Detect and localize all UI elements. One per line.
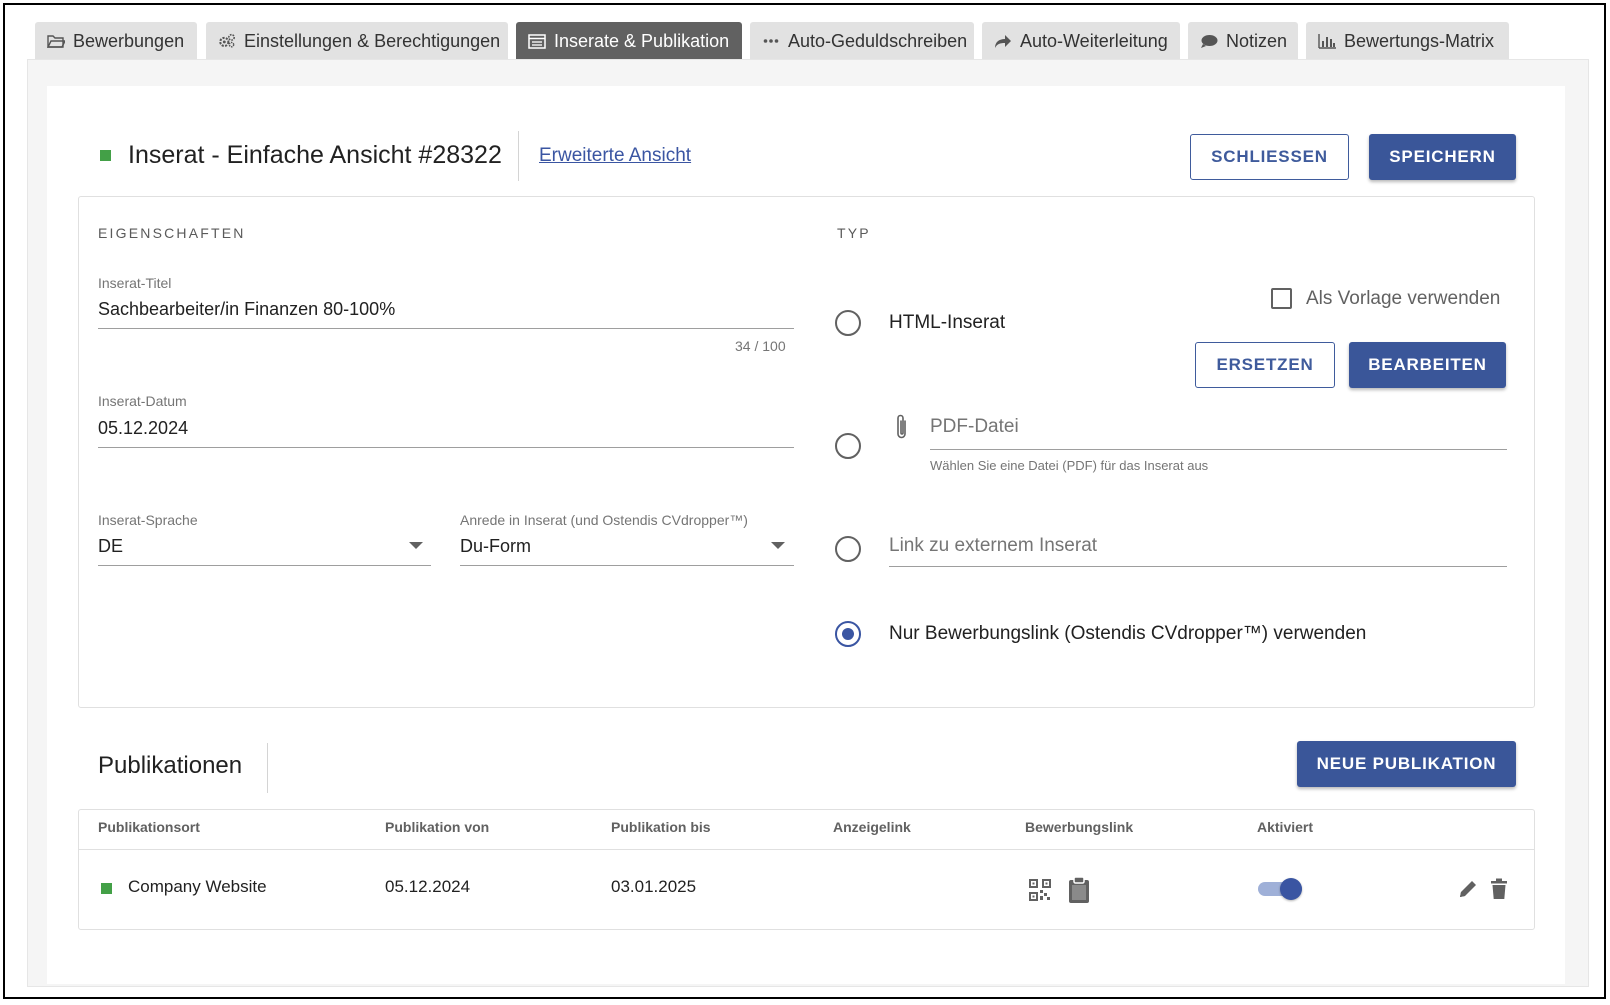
- publication-place: Company Website: [128, 877, 267, 896]
- share-arrow-icon: [994, 32, 1012, 50]
- tab-inserate[interactable]: Inserate & Publikation: [516, 22, 742, 60]
- title-field[interactable]: Sachbearbeiter/in Finanzen 80-100%: [98, 299, 395, 320]
- tab-notizen[interactable]: Notizen: [1188, 22, 1298, 60]
- salutation-select-label: Anrede in Inserat (und Ostendis CVdroppe…: [460, 512, 748, 528]
- pdf-file-hint: Wählen Sie eine Datei (PDF) für das Inse…: [930, 458, 1209, 473]
- column-header: Aktiviert: [1257, 819, 1314, 835]
- radio-html-inserat-label: HTML-Inserat: [889, 312, 1006, 333]
- tab-label: Notizen: [1226, 30, 1288, 51]
- tab-label: Inserate & Publikation: [554, 30, 730, 51]
- language-select[interactable]: DE: [98, 536, 123, 557]
- language-select-label: Inserat-Sprache: [98, 512, 198, 528]
- pdf-file-input[interactable]: PDF-Datei: [930, 416, 1019, 438]
- qr-code-icon[interactable]: [1028, 878, 1052, 902]
- external-link-underline: [889, 566, 1507, 567]
- properties-section-label: EIGENSCHAFTEN: [98, 225, 246, 241]
- tab-bewerbungen[interactable]: Bewerbungen: [35, 22, 197, 60]
- gears-icon: [218, 32, 236, 50]
- toggle-knob: [1280, 878, 1302, 900]
- new-publication-button[interactable]: NEUE PUBLIKATION: [1297, 741, 1516, 787]
- radio-cvdropper[interactable]: [835, 621, 861, 647]
- radio-html-inserat[interactable]: [835, 310, 861, 336]
- tab-einstellungen[interactable]: Einstellungen & Berechtigungen: [206, 22, 508, 60]
- divider: [267, 743, 268, 793]
- date-field[interactable]: 05.12.2024: [98, 418, 188, 439]
- template-checkbox[interactable]: [1271, 288, 1292, 309]
- tab-label: Bewerbungen: [73, 30, 185, 51]
- tab-auto-geduldschreiben[interactable]: Auto-Geduldschreiben: [750, 22, 974, 60]
- publication-to: 03.01.2025: [611, 877, 697, 896]
- radio-cvdropper-label: Nur Bewerbungslink (Ostendis CVdropper™)…: [889, 623, 1367, 644]
- chevron-down-icon[interactable]: [771, 542, 785, 549]
- paperclip-icon: [893, 412, 911, 442]
- chevron-down-icon[interactable]: [409, 542, 423, 549]
- date-field-underline: [98, 447, 794, 448]
- radio-pdf-datei[interactable]: [835, 433, 861, 459]
- template-checkbox-label: Als Vorlage verwenden: [1306, 288, 1501, 309]
- publications-title: Publikationen: [98, 752, 243, 779]
- column-header: Bewerbungslink: [1025, 819, 1134, 835]
- date-field-label: Inserat-Datum: [98, 393, 187, 409]
- advanced-view-link[interactable]: Erweiterte Ansicht: [539, 145, 691, 167]
- title-field-label: Inserat-Titel: [98, 275, 172, 291]
- column-header: Publikation von: [385, 819, 490, 835]
- title-char-counter: 34 / 100: [735, 338, 786, 354]
- edit-pencil-icon[interactable]: [1457, 878, 1479, 900]
- close-button[interactable]: SCHLIESSEN: [1190, 134, 1349, 180]
- save-button[interactable]: SPEICHERN: [1369, 134, 1516, 180]
- row-divider: [79, 849, 1534, 850]
- page-title: Inserat - Einfache Ansicht #28322: [128, 141, 502, 169]
- tab-label: Auto-Geduldschreiben: [788, 30, 968, 51]
- pdf-file-underline: [930, 449, 1507, 450]
- divider: [518, 131, 519, 181]
- tab-bewertungs-matrix[interactable]: Bewertungs-Matrix: [1306, 22, 1509, 60]
- language-select-underline: [98, 565, 431, 566]
- bar-chart-icon: [1318, 32, 1336, 50]
- replace-button[interactable]: ERSETZEN: [1195, 342, 1335, 388]
- tab-label: Auto-Weiterleitung: [1020, 30, 1168, 51]
- tab-label: Einstellungen & Berechtigungen: [244, 30, 501, 51]
- status-marker: [101, 883, 112, 894]
- column-header: Publikationsort: [98, 819, 200, 835]
- list-alt-icon: [528, 32, 546, 50]
- clipboard-icon[interactable]: [1066, 875, 1092, 905]
- trash-icon[interactable]: [1489, 877, 1509, 901]
- radio-external-link[interactable]: [835, 536, 861, 562]
- tab-auto-weiterleitung[interactable]: Auto-Weiterleitung: [982, 22, 1180, 60]
- publication-from: 05.12.2024: [385, 877, 471, 896]
- folder-open-icon: [47, 32, 65, 50]
- edit-button[interactable]: BEARBEITEN: [1349, 342, 1506, 388]
- comment-icon: [1200, 32, 1218, 50]
- column-header: Anzeigelink: [833, 819, 911, 835]
- activated-toggle[interactable]: [1258, 878, 1306, 900]
- external-link-input[interactable]: Link zu externem Inserat: [889, 535, 1097, 557]
- publications-table: [78, 809, 1535, 930]
- ellipsis-icon: [762, 32, 780, 50]
- column-header: Publikation bis: [611, 819, 711, 835]
- salutation-select-underline: [460, 565, 794, 566]
- title-field-underline: [98, 328, 794, 329]
- salutation-select[interactable]: Du-Form: [460, 536, 531, 557]
- status-marker: [100, 150, 111, 161]
- type-section-label: TYP: [837, 225, 871, 241]
- tab-label: Bewertungs-Matrix: [1344, 30, 1495, 51]
